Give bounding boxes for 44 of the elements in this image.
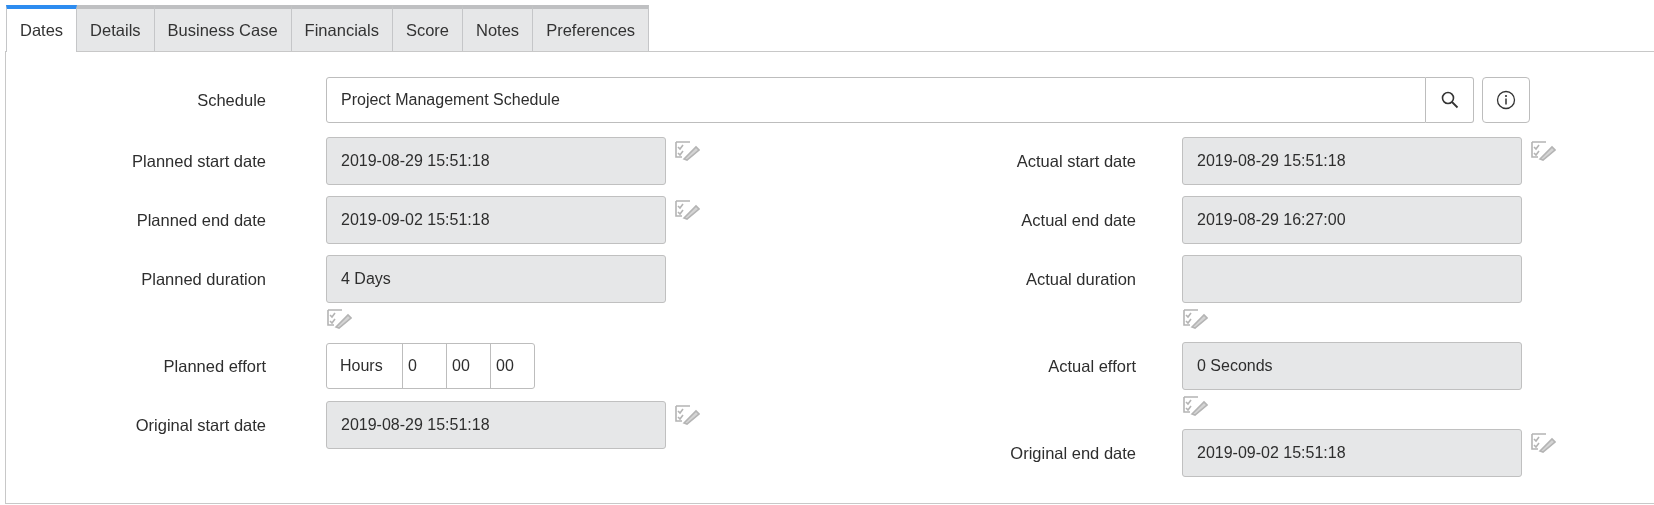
field-value: 4 Days [341,270,391,288]
edit-checklist-icon[interactable] [674,198,700,220]
tab[interactable]: Financials [290,5,393,51]
field-label: Original start date [134,414,266,436]
edit-checklist-icon[interactable] [1182,307,1208,329]
field-label: Planned end date [135,209,266,231]
field-value: 2019-09-02 15:51:18 [341,211,490,229]
edit-checklist-icon[interactable] [1530,139,1556,161]
field-label: Original end date [1009,442,1136,464]
field-label: Actual start date [1015,150,1136,172]
field-value: 0 Seconds [1197,357,1273,375]
edit-checklist-icon[interactable] [326,307,352,329]
search-button[interactable] [1426,77,1474,123]
tab[interactable]: Business Case [153,5,292,51]
field-label: Planned duration [140,268,266,290]
field-label: Planned effort [162,355,266,377]
info-icon [1496,90,1516,110]
tab[interactable]: Details [76,5,155,51]
edit-checklist-icon[interactable] [1182,394,1208,416]
edit-checklist-icon[interactable] [674,139,700,161]
unit-label: Hours [326,343,403,389]
field-value: 2019-08-29 15:51:18 [1197,152,1346,170]
tab[interactable]: Score [391,5,463,51]
search-icon [1440,91,1459,109]
edit-checklist-icon[interactable] [1530,431,1556,453]
duration-input[interactable]: 00 [446,343,491,389]
field-label: Planned start date [131,150,266,172]
info-button[interactable] [1482,77,1530,123]
duration-input[interactable]: 0 [402,343,447,389]
tab[interactable]: Dates [6,5,78,52]
field-value: 2019-09-02 15:51:18 [1197,444,1346,462]
tab[interactable]: Preferences [532,5,650,51]
field-value: 2019-08-29 15:51:18 [341,416,490,434]
field-label: Actual end date [1020,209,1136,231]
field-value: 2019-08-29 16:27:00 [1197,211,1346,229]
field-label: Actual duration [1024,268,1136,290]
field-value: 2019-08-29 15:51:18 [341,152,490,170]
duration-input[interactable]: 00 [490,343,535,389]
field-value: Project Management Schedule [341,91,560,109]
tab[interactable]: Notes [462,5,534,51]
reference-field[interactable]: Project Management Schedule [326,77,1426,123]
field-label: Schedule [196,90,266,110]
field-label: Actual effort [1047,355,1136,377]
edit-checklist-icon[interactable] [674,403,700,425]
